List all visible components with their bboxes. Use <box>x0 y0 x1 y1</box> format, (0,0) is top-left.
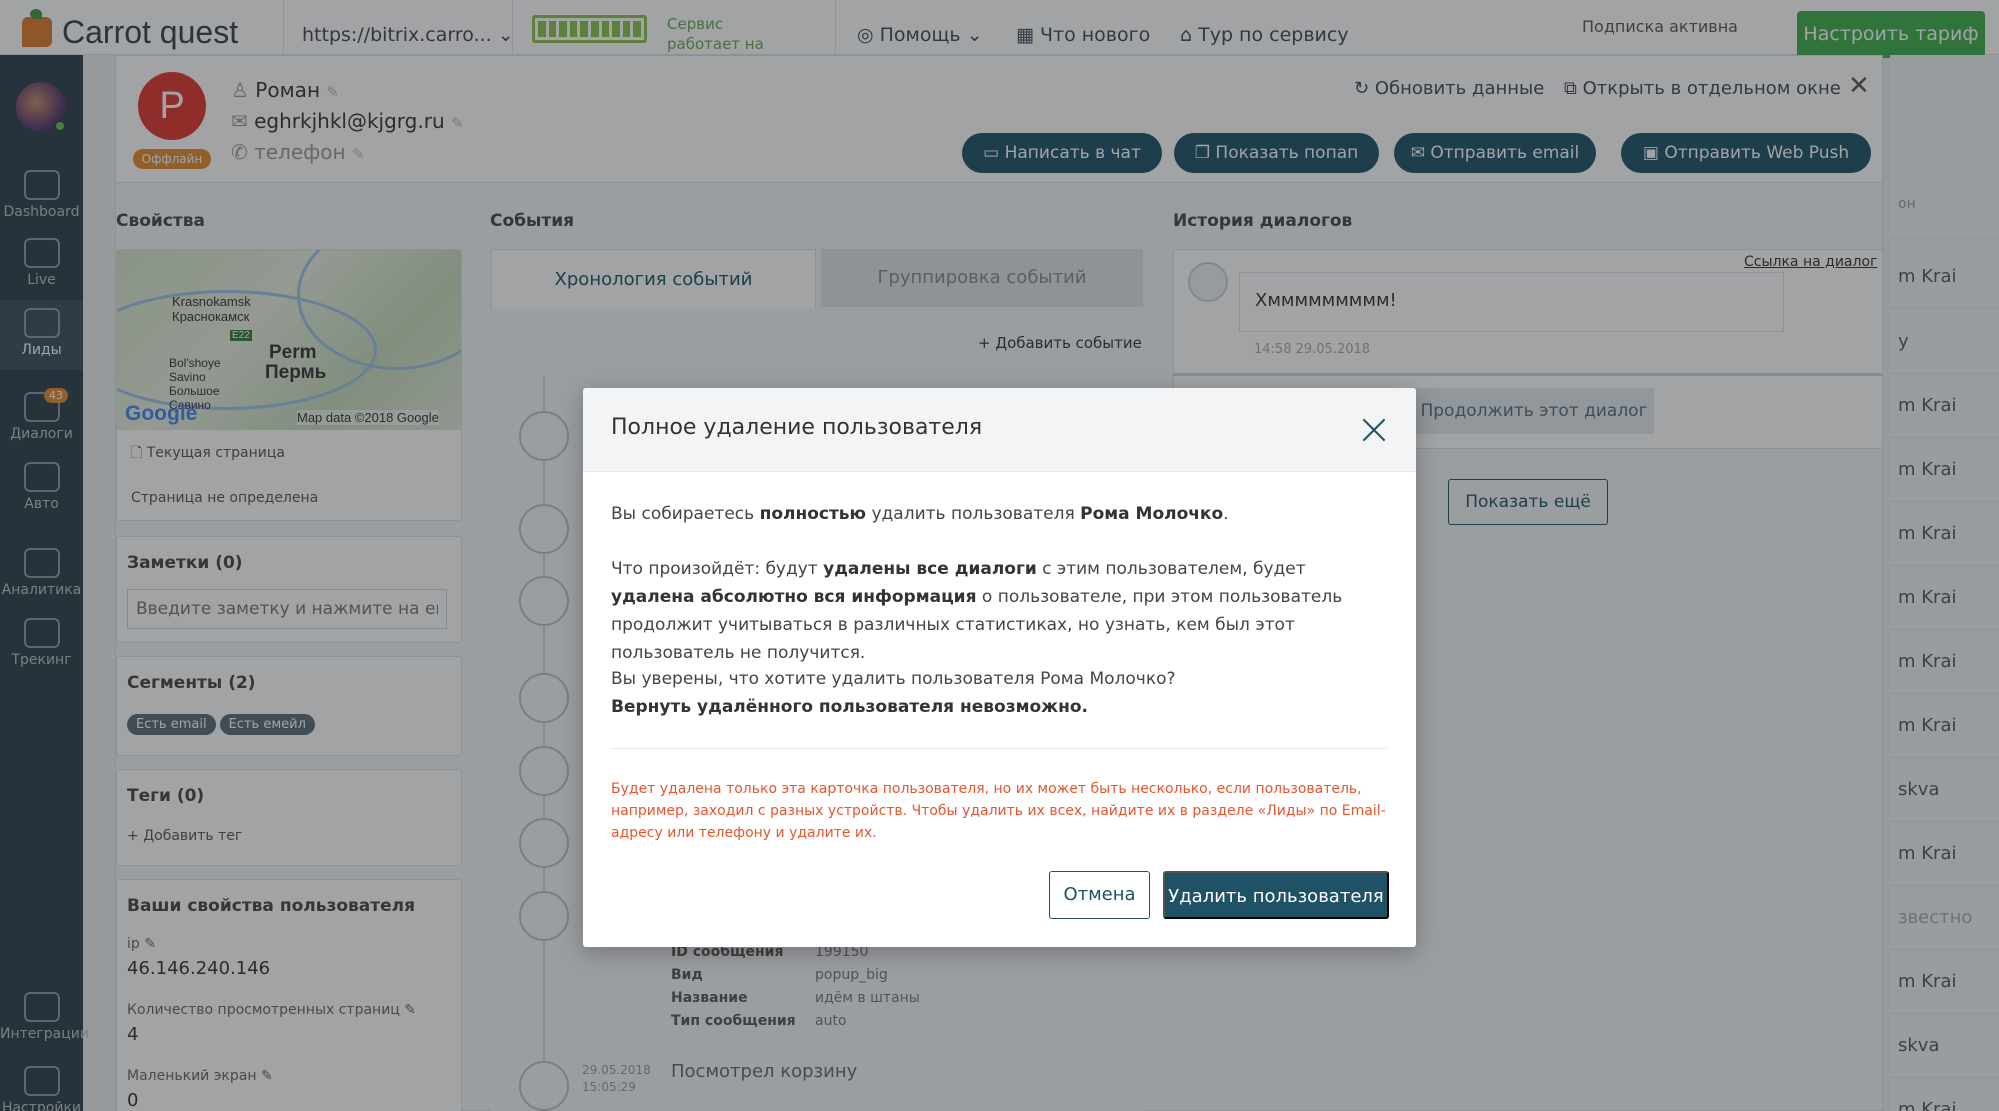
modal-paragraph-3: Вы уверены, что хотите удалить пользоват… <box>611 669 1176 717</box>
delete-user-modal: Полное удаление пользователя Вы собирает… <box>583 388 1416 947</box>
modal-warning: Будет удалена только эта карточка пользо… <box>611 781 1386 841</box>
close-icon[interactable] <box>1360 416 1388 444</box>
delete-user-button[interactable]: Удалить пользователя <box>1163 871 1389 919</box>
modal-header: Полное удаление пользователя <box>583 388 1416 472</box>
cancel-button[interactable]: Отмена <box>1049 871 1150 919</box>
modal-title: Полное удаление пользователя <box>611 415 983 440</box>
modal-paragraph-1: Вы собираетесь полностью удалить пользов… <box>611 504 1229 524</box>
modal-paragraph-2: Что произойдёт: будут удалены все диалог… <box>611 559 1343 663</box>
modal-divider <box>611 748 1387 749</box>
